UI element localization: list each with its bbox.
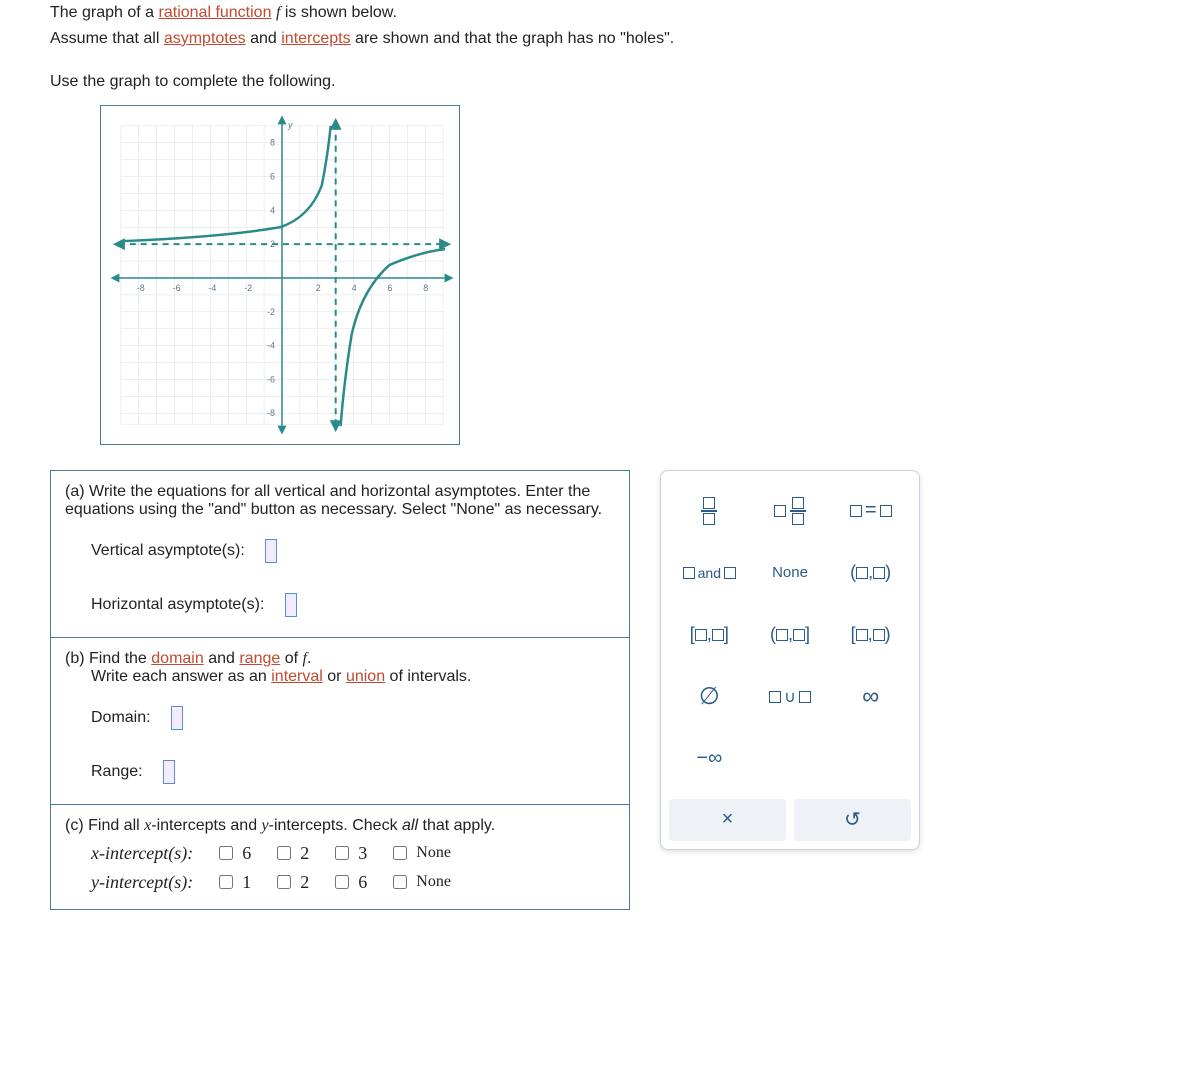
x-opt-1[interactable]: 2 <box>273 843 309 864</box>
part-c-label: (c) <box>65 817 88 834</box>
pal-equation[interactable]: = <box>830 485 911 537</box>
term-asymptotes[interactable]: asymptotes <box>164 30 246 47</box>
pal-infinity[interactable]: ∞ <box>830 671 911 723</box>
term-rational-function[interactable]: rational function <box>159 4 272 21</box>
close-icon: × <box>722 808 734 831</box>
pal-interval-closed-closed[interactable]: [,] <box>669 609 750 661</box>
domain-input[interactable] <box>171 706 183 730</box>
pal-interval-open-open[interactable]: (,) <box>830 547 911 599</box>
svg-text:-2: -2 <box>267 307 275 317</box>
ha-input[interactable] <box>285 593 297 617</box>
pal-neg-infinity[interactable]: −∞ <box>669 733 750 785</box>
ha-label: Horizontal asymptote(s): <box>91 596 264 613</box>
part-a-label: (a) <box>65 483 89 500</box>
pal-union[interactable]: ∪ <box>750 671 831 723</box>
pal-reset-button[interactable]: ↺ <box>794 799 911 841</box>
y-opt-1[interactable]: 2 <box>273 872 309 893</box>
x-opt-3[interactable]: None <box>389 843 451 863</box>
pal-interval-closed-open[interactable]: [,) <box>830 609 911 661</box>
svg-text:8: 8 <box>423 283 428 293</box>
pal-mixed-fraction[interactable] <box>750 485 831 537</box>
y-opt-3[interactable]: None <box>389 872 451 892</box>
term-domain[interactable]: domain <box>151 650 203 667</box>
y-intercept-label: y-intercept(s): <box>91 872 193 893</box>
function-graph: -8-6-4-2 2468 8642 -2-4-6-8 y <box>101 105 459 445</box>
pal-clear-button[interactable]: × <box>669 799 786 841</box>
intro-instruction: Use the graph to complete the following. <box>50 69 1150 95</box>
svg-text:4: 4 <box>270 205 275 215</box>
part-b-label: (b) <box>65 650 89 667</box>
svg-text:4: 4 <box>352 283 357 293</box>
term-intercepts[interactable]: intercepts <box>281 30 350 47</box>
y-opt-0[interactable]: 1 <box>215 872 251 893</box>
svg-text:8: 8 <box>270 138 275 148</box>
y-opt-2[interactable]: 6 <box>331 872 367 893</box>
svg-text:-8: -8 <box>267 408 275 418</box>
reset-icon: ↺ <box>844 807 861 832</box>
question-box: (a) Write the equations for all vertical… <box>50 470 630 910</box>
svg-text:-4: -4 <box>208 283 216 293</box>
x-opt-2[interactable]: 3 <box>331 843 367 864</box>
symbol-palette: = and None (,) [,] (,] [,) ∅ ∪ ∞ −∞ × ↺ <box>660 470 920 850</box>
va-input[interactable] <box>265 539 277 563</box>
svg-text:-6: -6 <box>173 283 181 293</box>
term-interval[interactable]: interval <box>271 668 323 685</box>
pal-and[interactable]: and <box>669 547 750 599</box>
graph-box: -8-6-4-2 2468 8642 -2-4-6-8 y <box>100 105 460 445</box>
part-a: (a) Write the equations for all vertical… <box>51 471 629 638</box>
range-input[interactable] <box>163 760 175 784</box>
pal-none[interactable]: None <box>750 547 831 599</box>
pal-interval-open-closed[interactable]: (,] <box>750 609 831 661</box>
svg-text:-8: -8 <box>137 283 145 293</box>
intro-line1a: The graph of a <box>50 4 159 21</box>
part-c: (c) Find all x-intercepts and y-intercep… <box>51 805 629 909</box>
term-range[interactable]: range <box>239 650 280 667</box>
svg-text:y: y <box>287 120 293 130</box>
part-b: (b) Find the domain and range of f. Writ… <box>51 638 629 805</box>
x-intercept-label: x-intercept(s): <box>91 843 193 864</box>
range-label: Range: <box>91 763 143 780</box>
svg-text:-2: -2 <box>244 283 252 293</box>
svg-text:-6: -6 <box>267 374 275 384</box>
svg-text:2: 2 <box>316 283 321 293</box>
pal-empty-set[interactable]: ∅ <box>669 671 750 723</box>
x-opt-0[interactable]: 6 <box>215 843 251 864</box>
pal-fraction[interactable] <box>669 485 750 537</box>
term-union[interactable]: union <box>346 668 385 685</box>
svg-text:-4: -4 <box>267 340 275 350</box>
intro-text: The graph of a rational function f is sh… <box>50 0 1150 95</box>
va-label: Vertical asymptote(s): <box>91 542 245 559</box>
svg-text:6: 6 <box>270 171 275 181</box>
domain-label: Domain: <box>91 709 151 726</box>
svg-text:6: 6 <box>387 283 392 293</box>
